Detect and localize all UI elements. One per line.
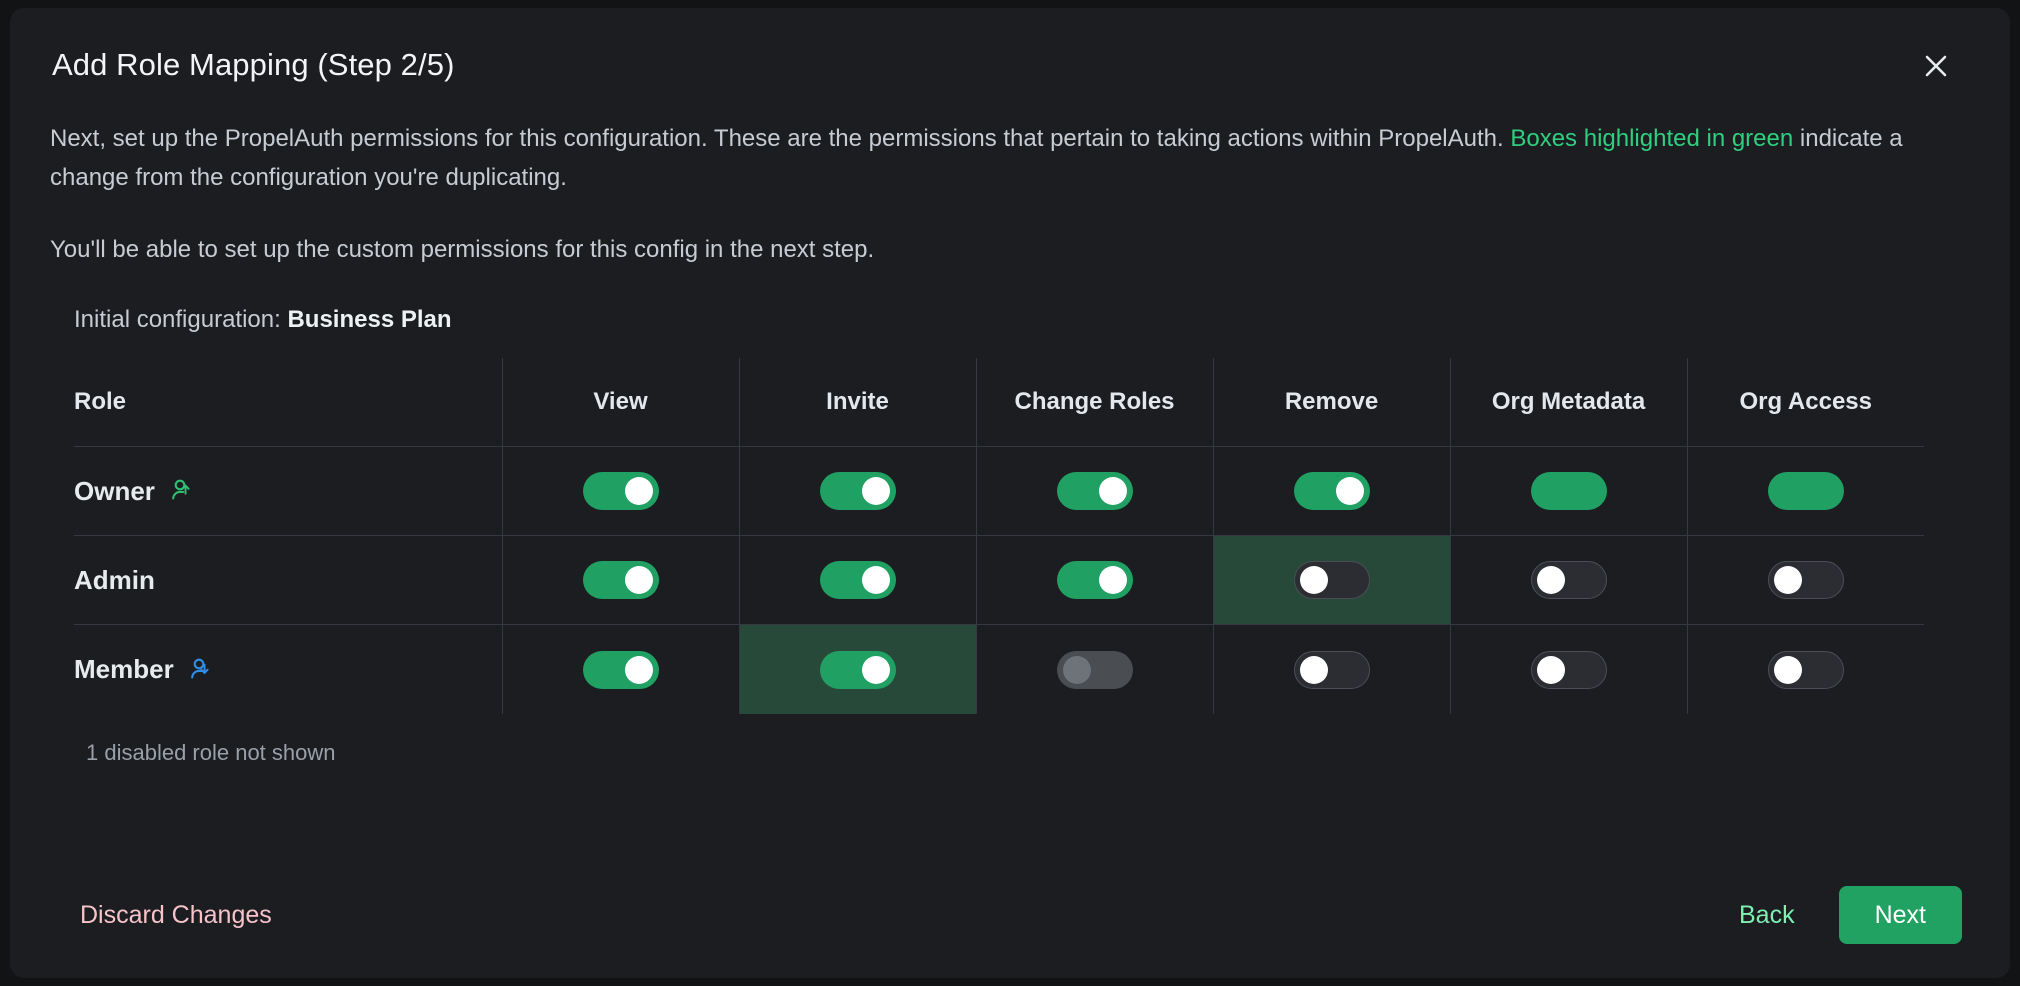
- role-cell-admin: Admin: [74, 535, 503, 626]
- permission-cell-admin-org-access: [1687, 535, 1924, 626]
- toggle-knob: [1773, 655, 1802, 684]
- permission-cell-owner-invite: [739, 446, 977, 537]
- column-header-remove: Remove: [1213, 357, 1451, 448]
- toggle-knob: [861, 655, 890, 684]
- toggle-knob: [624, 477, 653, 506]
- table-row: Admin: [74, 535, 1924, 626]
- role-name: Owner: [74, 475, 155, 506]
- column-header-role: Role: [74, 357, 503, 448]
- toggle-knob: [1062, 655, 1091, 684]
- permission-cell-member-view: [502, 624, 740, 714]
- user-demote-icon: [188, 656, 216, 684]
- permission-cell-owner-remove: [1213, 446, 1451, 537]
- toggle-member-remove[interactable]: [1293, 650, 1370, 689]
- permission-cell-member-org-access: [1687, 625, 1924, 714]
- permission-cell-owner-org-access: [1687, 446, 1924, 537]
- toggle-member-change-roles: [1056, 650, 1133, 689]
- footer-actions: Back Next: [1733, 886, 1962, 944]
- toggle-owner-view[interactable]: [582, 472, 659, 511]
- page-title: Add Role Mapping (Step 2/5): [52, 47, 455, 82]
- toggle-knob: [1299, 655, 1328, 684]
- toggle-member-view[interactable]: [582, 650, 659, 689]
- permission-cell-admin-view: [502, 535, 740, 626]
- permission-cell-admin-org-metadata: [1450, 535, 1688, 626]
- toggle-owner-invite[interactable]: [819, 472, 896, 511]
- permission-cell-owner-change-roles: [976, 446, 1214, 537]
- toggle-member-invite[interactable]: [819, 650, 896, 689]
- discard-changes-button[interactable]: Discard Changes: [78, 895, 274, 936]
- description-text-1: Next, set up the PropelAuth permissions …: [50, 125, 1511, 152]
- permission-cell-member-invite: [739, 624, 977, 714]
- toggle-knob: [861, 477, 890, 506]
- permission-cell-admin-remove: [1213, 535, 1451, 626]
- permissions-table: Role View Invite Change Roles Remove Org Meta…: [74, 357, 1924, 714]
- toggle-admin-view[interactable]: [582, 561, 659, 600]
- toggle-knob: [861, 566, 890, 595]
- initial-configuration-value: Business Plan: [287, 305, 452, 333]
- permission-cell-owner-view: [502, 446, 740, 537]
- column-header-view: View: [502, 357, 740, 448]
- toggle-owner-remove[interactable]: [1293, 472, 1370, 511]
- close-icon: [1921, 51, 1951, 81]
- toggle-owner-org-metadata[interactable]: [1530, 472, 1607, 511]
- toggle-knob: [1335, 477, 1364, 506]
- table-row: Owner: [74, 446, 1924, 537]
- close-button[interactable]: [1914, 44, 1958, 88]
- next-button[interactable]: Next: [1838, 886, 1962, 944]
- toggle-knob: [1098, 566, 1127, 595]
- role-cell-member: Member: [74, 624, 503, 714]
- toggle-knob: [1299, 566, 1328, 595]
- toggle-knob: [624, 655, 653, 684]
- permission-cell-member-change-roles: [976, 624, 1214, 714]
- page-backdrop: Add Role Mapping (Step 2/5) Next, set up…: [0, 0, 2020, 986]
- user-promote-icon: [169, 477, 197, 505]
- column-header-change-roles: Change Roles: [976, 357, 1214, 448]
- description-highlight-link[interactable]: Boxes highlighted in green: [1510, 125, 1793, 152]
- modal-footer: Discard Changes Back Next: [10, 886, 2010, 944]
- description-paragraph: Next, set up the PropelAuth permissions …: [50, 120, 1930, 198]
- role-name: Admin: [74, 564, 155, 595]
- permissions-table-container: Role View Invite Change Roles Remove Org Meta…: [74, 357, 1924, 714]
- role-name: Member: [74, 654, 174, 684]
- column-header-org-access: Org Access: [1687, 357, 1924, 448]
- permission-cell-owner-org-metadata: [1450, 446, 1688, 537]
- toggle-member-org-access[interactable]: [1767, 650, 1844, 689]
- toggle-knob: [1773, 566, 1802, 595]
- back-button[interactable]: Back: [1733, 895, 1801, 936]
- toggle-knob: [1098, 477, 1127, 506]
- column-header-invite: Invite: [739, 357, 977, 448]
- initial-configuration-label: Initial configuration:: [74, 305, 281, 333]
- permission-cell-member-org-metadata: [1450, 624, 1688, 714]
- toggle-knob: [1536, 655, 1565, 684]
- toggle-knob: [624, 566, 653, 595]
- toggle-knob: [1536, 566, 1565, 595]
- description-paragraph-secondary: You'll be able to set up the custom perm…: [50, 235, 875, 263]
- toggle-owner-change-roles[interactable]: [1056, 472, 1133, 511]
- toggle-admin-invite[interactable]: [819, 561, 896, 600]
- initial-configuration-line: Initial configuration: Business Plan: [74, 306, 1970, 334]
- table-row: Member: [74, 624, 1924, 714]
- toggle-admin-remove[interactable]: [1293, 561, 1370, 600]
- toggle-owner-org-access[interactable]: [1767, 472, 1844, 511]
- modal-header: Add Role Mapping (Step 2/5): [50, 38, 1970, 88]
- permission-cell-member-remove: [1213, 624, 1451, 714]
- toggle-admin-org-access[interactable]: [1767, 561, 1844, 600]
- table-header-row: Role View Invite Change Roles Remove Org Meta…: [74, 357, 1924, 448]
- column-header-org-metadata: Org Metadata: [1450, 357, 1688, 448]
- permission-cell-admin-invite: [739, 535, 977, 626]
- disabled-roles-note: 1 disabled role not shown: [86, 739, 336, 765]
- role-cell-owner: Owner: [74, 446, 503, 537]
- permission-cell-admin-change-roles: [976, 535, 1214, 626]
- table-body: Owner Admin Member: [74, 446, 1924, 714]
- add-role-mapping-modal: Add Role Mapping (Step 2/5) Next, set up…: [10, 8, 2010, 978]
- toggle-admin-org-metadata[interactable]: [1530, 561, 1607, 600]
- toggle-member-org-metadata[interactable]: [1530, 650, 1607, 689]
- toggle-admin-change-roles[interactable]: [1056, 561, 1133, 600]
